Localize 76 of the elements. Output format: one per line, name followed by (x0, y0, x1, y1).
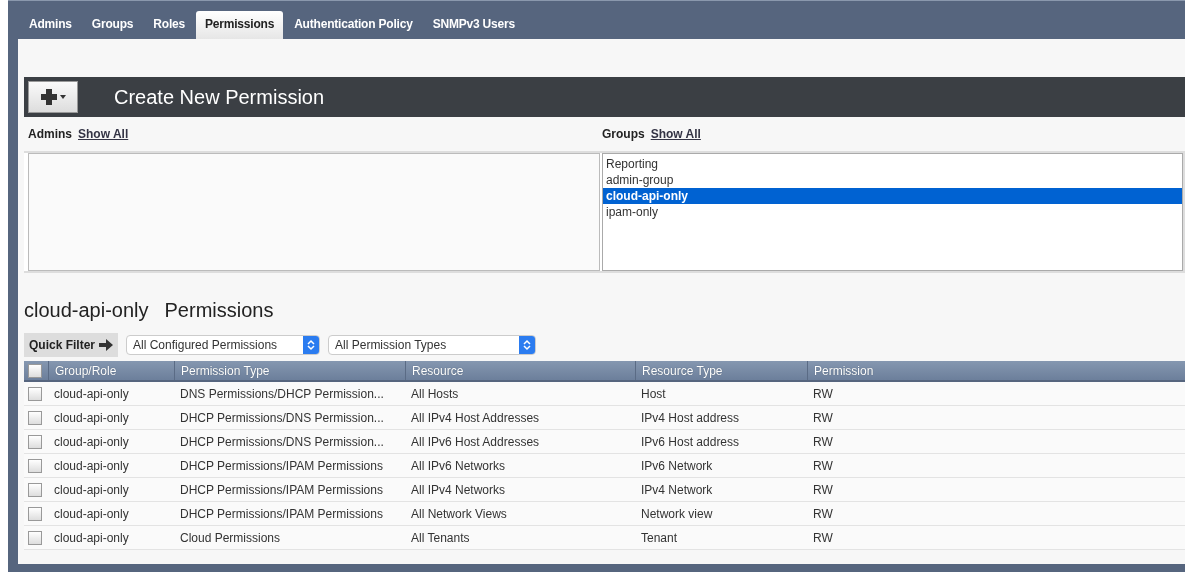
tab[interactable]: SNMPv3 Users (423, 11, 524, 39)
table-cell-text: All Hosts (410, 385, 460, 403)
column-header[interactable]: Group/Role (48, 361, 174, 380)
groups-list[interactable]: Reporting admin-group cloud-api-only ipam-only (602, 153, 1183, 271)
tab[interactable]: Authentication Policy (285, 11, 422, 39)
dropdown[interactable]: All Permission Types (328, 335, 537, 355)
row-checkbox[interactable] (28, 482, 42, 497)
table-cell-text: All Network Views (410, 505, 508, 523)
dropdown[interactable]: All Configured Permissions (126, 335, 321, 355)
table-cell-text: RW (812, 529, 834, 547)
table-cell-text: All IPv4 Networks (410, 481, 507, 499)
column-header[interactable]: Permission (807, 361, 1185, 380)
table-cell-text: All IPv6 Networks (410, 457, 507, 475)
table-cell-text: RW (812, 409, 834, 427)
table-cell-text: RW (812, 433, 834, 451)
column-header[interactable]: Resource (405, 361, 635, 380)
tab[interactable]: Permissions (195, 11, 284, 39)
list-item[interactable]: admin-group (603, 172, 1182, 188)
plus-icon (40, 89, 57, 105)
table-cell-text: DHCP Permissions/DNS Permission... (179, 409, 385, 427)
stepper-icon (307, 339, 316, 351)
table-cell-text: All Tenants (410, 529, 471, 547)
column-header[interactable]: Permission Type (174, 361, 405, 380)
table-cell-text: IPv4 Host address (640, 409, 741, 427)
caret-icon (59, 95, 66, 99)
table-cell-text: RW (812, 481, 834, 499)
list-item[interactable]: Reporting (603, 156, 1182, 172)
stepper-icon (523, 339, 532, 351)
table-cell-text: IPv6 Host address (640, 433, 741, 451)
column-header[interactable]: Resource Type (635, 361, 807, 380)
section-title: Create New Permission (114, 85, 325, 110)
add-menu-button[interactable] (28, 81, 78, 113)
table-cell-text: IPv6 Network (640, 457, 714, 475)
select-all-checkbox[interactable] (28, 363, 42, 378)
row-checkbox[interactable] (28, 386, 42, 401)
table-cell-text: All IPv6 Host Addresses (410, 433, 541, 451)
table-cell-text: cloud-api-only (53, 529, 130, 547)
list-item[interactable]: cloud-api-only (603, 188, 1182, 204)
row-checkbox[interactable] (28, 458, 42, 473)
show-all-link[interactable]: Show All (650, 127, 701, 141)
table-cell-text: DNS Permissions/DHCP Permission... (179, 385, 385, 403)
table-cell-text: Host (640, 385, 667, 403)
table-cell-text: All IPv4 Host Addresses (410, 409, 541, 427)
table-cell-text: DHCP Permissions/IPAM Permissions (179, 481, 384, 499)
table-cell-text: cloud-api-only (53, 385, 130, 403)
table-cell-text: DHCP Permissions/IPAM Permissions (179, 505, 384, 523)
table-cell-text: Tenant (640, 529, 679, 547)
table-cell-text: Network view (640, 505, 714, 523)
tab[interactable]: Groups (82, 11, 143, 39)
admins-list[interactable] (28, 153, 600, 271)
row-checkbox[interactable] (28, 506, 42, 521)
row-checkbox[interactable] (28, 410, 42, 425)
table-cell-text: cloud-api-only (53, 457, 130, 475)
group-name: cloud-api-only (24, 298, 149, 323)
show-all-link[interactable]: Show All (78, 127, 129, 141)
arrow-icon (99, 339, 114, 351)
field-label: Admins (28, 127, 72, 141)
table-cell-text: RW (812, 505, 834, 523)
table-cell-text: IPv4 Network (640, 481, 714, 499)
table-cell-text: cloud-api-only (53, 409, 130, 427)
row-checkbox[interactable] (28, 530, 42, 545)
tab[interactable]: Roles (144, 11, 194, 39)
table-cell-text: DHCP Permissions/IPAM Permissions (179, 457, 384, 475)
list-item[interactable]: ipam-only (603, 204, 1182, 220)
table-cell-text: RW (812, 457, 834, 475)
table-cell-text: Cloud Permissions (179, 529, 282, 547)
section-heading: Permissions (164, 298, 274, 323)
table-cell-text: cloud-api-only (53, 433, 130, 451)
row-checkbox[interactable] (28, 434, 42, 449)
quick-filter-button[interactable]: Quick Filter (24, 333, 119, 357)
table-cell-text: cloud-api-only (53, 505, 130, 523)
tab[interactable]: Admins (20, 11, 81, 39)
field-label: Groups (602, 127, 645, 141)
table-cell-text: DHCP Permissions/DNS Permission... (179, 433, 385, 451)
table-cell-text: cloud-api-only (53, 481, 130, 499)
table-cell-text: RW (812, 385, 834, 403)
